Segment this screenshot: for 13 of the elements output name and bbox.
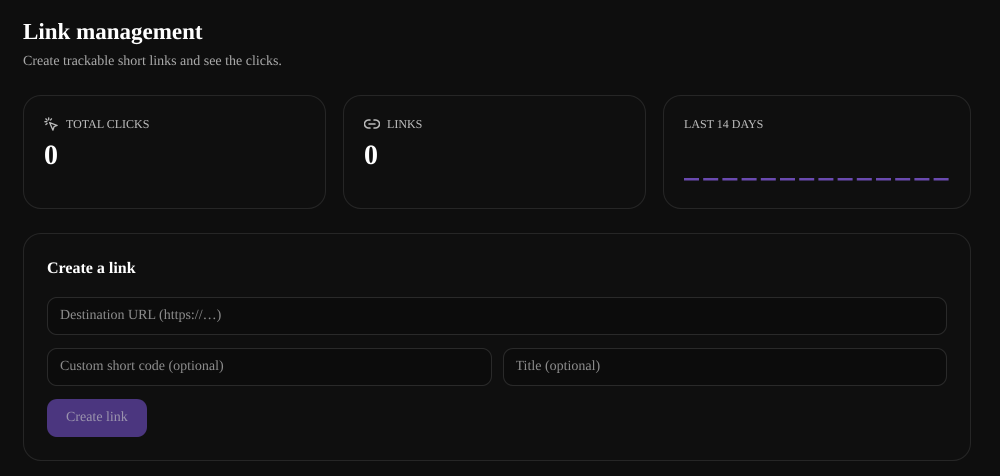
form-title: Create a link <box>47 259 137 279</box>
page-subtitle: Create trackable short links and see the clicks. <box>23 54 283 70</box>
stat-value: 0 <box>44 140 59 172</box>
stat-label: LAST 14 DAYS <box>684 116 764 132</box>
page-title: Link management <box>23 18 204 46</box>
stat-label: TOTAL CLICKS <box>66 116 150 132</box>
input-field[interactable]: Custom short code (optional) <box>47 348 492 386</box>
stat-value: 0 <box>364 140 379 172</box>
input-field[interactable]: Destination URL (https://…) <box>47 297 947 335</box>
stat-label: LINKS <box>387 116 422 132</box>
link-icon <box>364 118 380 130</box>
input-field[interactable]: Title (optional) <box>502 348 947 386</box>
cursor-click-icon <box>44 116 59 132</box>
